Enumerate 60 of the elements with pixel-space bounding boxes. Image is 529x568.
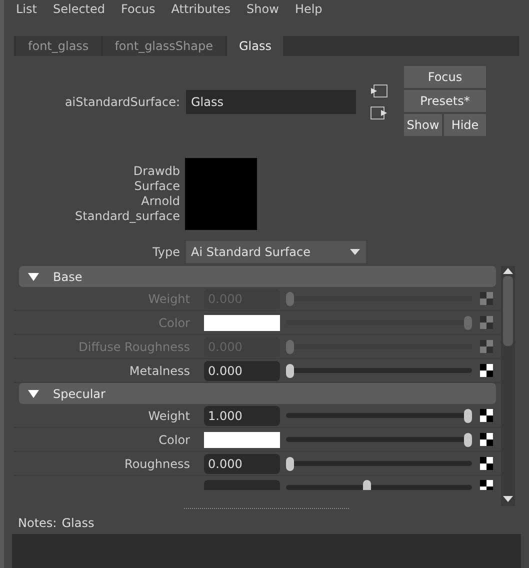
slider[interactable] <box>286 408 472 422</box>
type-dropdown[interactable]: Ai Standard Surface <box>186 241 366 263</box>
menu-item[interactable]: Show <box>246 0 279 18</box>
slider[interactable] <box>286 432 472 446</box>
checker-icon[interactable] <box>480 433 493 446</box>
type-label: Type <box>151 244 180 261</box>
slider-thumb[interactable] <box>464 432 472 446</box>
attribute-label: Color <box>158 432 190 448</box>
output-connection-icon[interactable] <box>370 106 388 120</box>
slider[interactable] <box>286 364 472 378</box>
scroll-thumb[interactable] <box>503 276 513 346</box>
presets-button[interactable]: Presets* <box>404 90 486 112</box>
checker-icon[interactable] <box>480 480 493 490</box>
swatch-label: Standard_surface <box>75 209 180 224</box>
checker-icon[interactable] <box>480 457 493 470</box>
checker-icon[interactable] <box>480 364 493 377</box>
material-swatch <box>185 158 257 230</box>
menu-item[interactable]: Attributes <box>171 0 231 18</box>
section-header[interactable]: Base <box>19 266 496 287</box>
slider-thumb[interactable] <box>464 408 472 422</box>
slider-thumb[interactable] <box>362 480 371 490</box>
caret-icon <box>350 249 360 255</box>
attribute-label: Roughness <box>124 456 190 472</box>
node-label: aiStandardSurface: <box>64 94 180 111</box>
node-name-field[interactable]: Glass <box>186 90 356 114</box>
number-field[interactable]: 0.000 <box>204 360 280 380</box>
input-connection-icon[interactable] <box>370 84 388 98</box>
slider[interactable] <box>286 292 472 306</box>
notes-label: Notes: <box>18 515 57 532</box>
show-button[interactable]: Show <box>404 114 442 136</box>
menu-item[interactable]: Help <box>294 0 322 18</box>
slider[interactable] <box>286 340 472 354</box>
scroll-down-icon[interactable] <box>503 496 513 502</box>
swatch-label: Arnold <box>141 194 180 209</box>
slider[interactable] <box>286 316 472 330</box>
hide-button[interactable]: Hide <box>444 114 486 136</box>
tab[interactable]: Glass <box>226 36 284 56</box>
color-swatch[interactable] <box>204 432 280 448</box>
attribute-label: Metalness <box>128 362 190 380</box>
section-header[interactable]: Specular <box>19 383 496 404</box>
menu-item[interactable]: List <box>16 0 37 18</box>
swatch-label: Surface <box>134 179 180 194</box>
focus-button[interactable]: Focus <box>404 66 486 88</box>
color-swatch[interactable] <box>204 314 280 330</box>
menu-item[interactable]: Focus <box>121 0 156 18</box>
number-field[interactable]: 0.000 <box>204 454 280 474</box>
tab[interactable]: font_glass <box>16 36 101 56</box>
menu-item[interactable]: Selected <box>52 0 106 18</box>
checker-icon[interactable] <box>480 409 493 422</box>
swatch-label: Drawdb <box>133 164 180 179</box>
slider[interactable] <box>286 480 472 490</box>
notes-title: Glass <box>62 515 94 532</box>
attribute-label: Weight <box>147 408 190 424</box>
slider-thumb[interactable] <box>286 456 294 470</box>
scroll-up-icon[interactable] <box>503 268 513 274</box>
tab[interactable]: font_glassShape <box>102 36 225 56</box>
number-field[interactable]: 1.000 <box>204 406 280 426</box>
slider[interactable] <box>286 456 472 470</box>
slider-thumb[interactable] <box>286 364 294 378</box>
scrollbar[interactable] <box>501 266 515 506</box>
